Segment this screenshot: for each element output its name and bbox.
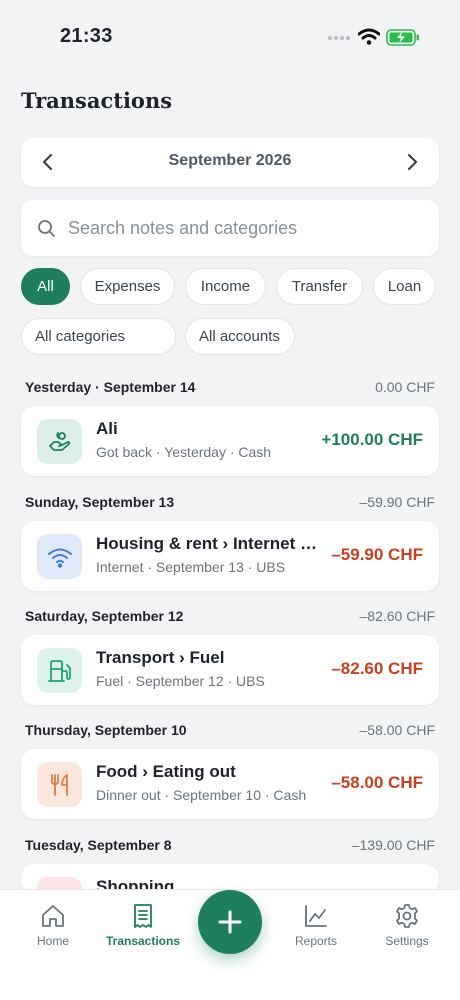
- page-title: Transactions: [21, 88, 173, 113]
- transaction-row[interactable]: Food › Eating out Dinner out · September…: [21, 749, 439, 819]
- day-title: Saturday, September 12: [25, 608, 184, 624]
- tab-transactions[interactable]: Transactions: [98, 900, 188, 960]
- month-selector: September 2026: [21, 138, 439, 187]
- transaction-amount: –58.00 CHF: [331, 773, 423, 792]
- gear-icon: [396, 904, 418, 928]
- tab-reports[interactable]: Reports: [271, 900, 361, 960]
- tab-label: Reports: [294, 934, 338, 948]
- filter-chip-expenses[interactable]: Expenses: [80, 268, 175, 305]
- day-header: Yesterday · September 14 0.00 CHF: [25, 377, 435, 397]
- day-title: Thursday, September 10: [25, 722, 187, 738]
- chevron-right-icon[interactable]: [401, 151, 423, 173]
- transaction-amount: –59.90 CHF: [331, 545, 423, 564]
- transaction-subtitle: Got back · Yesterday · Cash: [96, 444, 272, 460]
- transaction-title: Ali: [96, 419, 118, 438]
- battery-charging-icon: [386, 29, 419, 46]
- filter-chip-all[interactable]: All: [21, 268, 70, 305]
- search-bar: [21, 200, 439, 256]
- account-select[interactable]: All accounts: [185, 318, 295, 355]
- search-input[interactable]: [68, 208, 428, 248]
- transaction-title: Transport › Fuel: [96, 648, 225, 667]
- wifi-icon: [37, 534, 82, 579]
- transaction-amount: +100.00 CHF: [321, 430, 423, 449]
- day-title: Yesterday · September 14: [25, 379, 196, 395]
- status-time: 21:33: [60, 25, 113, 47]
- receipt-icon: [134, 904, 152, 928]
- transaction-subtitle: Dinner out · September 10 · Cash: [96, 787, 307, 803]
- filter-chip-loan[interactable]: Loan: [373, 268, 436, 305]
- tab-label: Home: [36, 934, 69, 948]
- tab-label: Settings: [385, 934, 429, 948]
- category-select[interactable]: All categories: [21, 318, 176, 355]
- transaction-row[interactable]: Transport › Fuel Fuel · September 12 · U…: [21, 635, 439, 705]
- tab-label: Transactions: [105, 934, 181, 948]
- add-transaction-button[interactable]: [198, 890, 262, 954]
- transaction-row[interactable]: Housing & rent › Internet & … Internet ·…: [21, 521, 439, 591]
- plus-icon: [218, 910, 242, 934]
- chart-icon: [305, 905, 327, 927]
- day-total: –82.60 CHF: [359, 608, 435, 624]
- day-total: –59.90 CHF: [359, 494, 435, 510]
- transaction-title: Housing & rent › Internet & …: [96, 534, 324, 553]
- day-title: Sunday, September 13: [25, 494, 175, 510]
- utensils-icon: [37, 762, 82, 807]
- tab-home[interactable]: Home: [8, 900, 98, 960]
- filter-chip-income[interactable]: Income: [185, 268, 266, 305]
- transaction-amount: –82.60 CHF: [331, 659, 423, 678]
- day-header: Saturday, September 12 –82.60 CHF: [25, 606, 435, 626]
- day-title: Tuesday, September 8: [25, 837, 172, 853]
- fuel-pump-icon: [37, 648, 82, 693]
- day-total: 0.00 CHF: [375, 379, 435, 395]
- tab-settings[interactable]: Settings: [362, 900, 452, 960]
- month-label: September 2026: [168, 152, 292, 169]
- day-header: Tuesday, September 8 –139.00 CHF: [25, 835, 435, 855]
- transaction-row[interactable]: Ali Got back · Yesterday · Cash +100.00 …: [21, 406, 439, 476]
- status-bar: 21:33: [0, 0, 460, 70]
- wifi-status-icon: [358, 28, 380, 45]
- day-total: –58.00 CHF: [359, 722, 435, 738]
- filter-chip-transfer[interactable]: Transfer: [276, 268, 363, 305]
- handshake-icon: [37, 419, 82, 464]
- day-total: –139.00 CHF: [351, 837, 435, 853]
- search-icon: [38, 220, 55, 237]
- transaction-subtitle: Fuel · September 12 · UBS: [96, 673, 265, 689]
- transaction-subtitle: Internet · September 13 · UBS: [96, 559, 286, 575]
- day-header: Thursday, September 10 –58.00 CHF: [25, 720, 435, 740]
- day-header: Sunday, September 13 –59.90 CHF: [25, 492, 435, 512]
- transaction-title: Food › Eating out: [96, 762, 236, 781]
- cellular-signal-icon: [328, 36, 350, 40]
- home-icon: [42, 905, 64, 927]
